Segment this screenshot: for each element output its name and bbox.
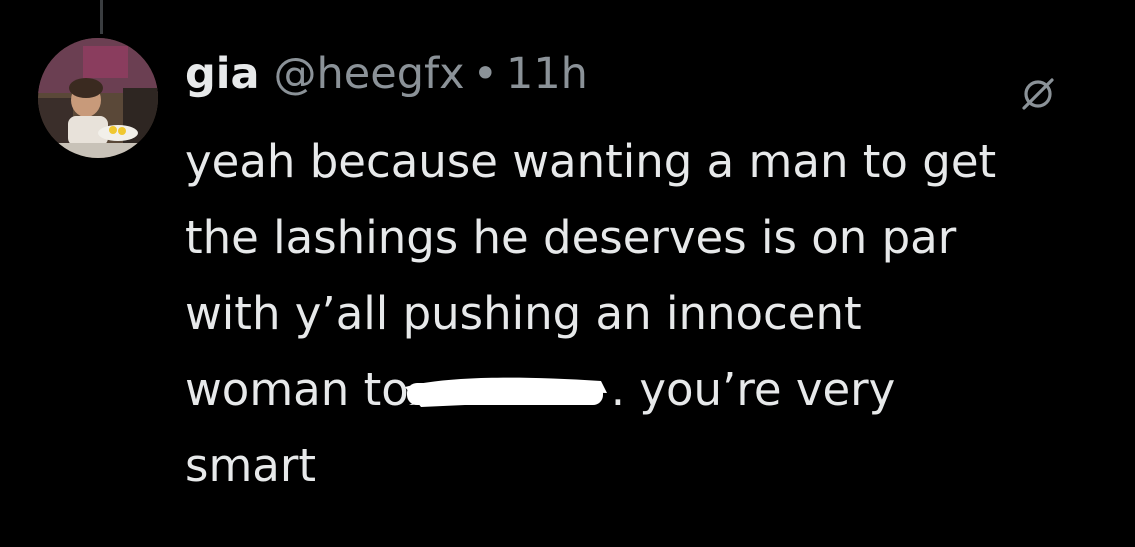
grok-icon[interactable] [1020, 76, 1056, 112]
tweet-text-line-2: the lashings he deserves is on par [185, 211, 957, 264]
user-handle[interactable]: @heegfx [274, 44, 465, 104]
redaction-scribble [401, 373, 611, 413]
timestamp[interactable]: 11h [506, 44, 588, 104]
tweet-text-line-1: yeah because wanting a man to get [185, 135, 997, 188]
tweet-text-line-4: woman to . you’re very [185, 352, 1135, 428]
thread-connector-line [100, 0, 103, 34]
tweet-text: yeah because wanting a man to get the la… [185, 124, 1135, 504]
tweet-text-line-5: smart [185, 439, 317, 492]
separator-dot: • [472, 49, 498, 99]
tweet-text-line-3: with y’all pushing an innocent [185, 287, 862, 340]
tweet-text-line-4-start: woman to [185, 363, 409, 416]
avatar[interactable] [38, 38, 158, 158]
display-name[interactable]: gia [185, 44, 260, 104]
avatar-photo [38, 38, 158, 158]
tweet-text-line-4-end: . you’re very [610, 363, 896, 416]
tweet-header: gia @heegfx • 11h [185, 44, 588, 104]
